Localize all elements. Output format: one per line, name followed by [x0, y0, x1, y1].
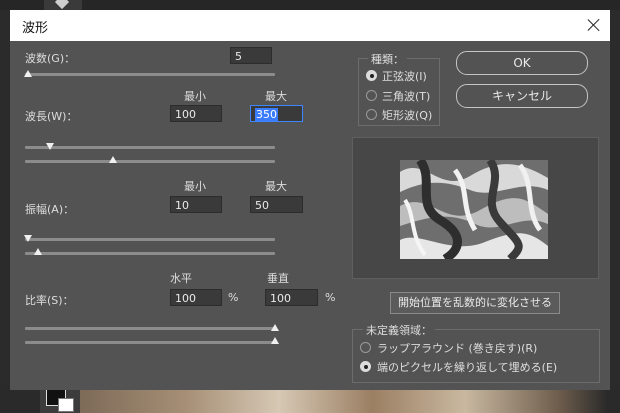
type-group-title: 種類：: [368, 51, 407, 67]
tool-tab[interactable]: [44, 0, 82, 10]
type-option-triangle-label[interactable]: 三角波(T): [382, 88, 430, 104]
randomize-button[interactable]: 開始位置を乱数的に変化させる: [390, 292, 560, 314]
wavelength-min-input[interactable]: 100: [170, 105, 222, 122]
wrap-around-radio[interactable]: [360, 342, 371, 353]
cancel-button[interactable]: キャンセル: [456, 84, 588, 108]
generators-label: 波数(G)：: [25, 52, 76, 65]
wavelength-max-slider-track[interactable]: [25, 160, 275, 163]
generators-slider-track[interactable]: [25, 73, 275, 76]
dialog-title: 波形: [22, 21, 49, 36]
scale-vertical-unit: %: [325, 291, 336, 304]
undefined-areas-title: 未定義領域：: [363, 322, 435, 338]
type-option-square-radio[interactable]: [366, 109, 377, 120]
wavelength-max-value: 350: [255, 108, 278, 121]
repeat-edge-pixels-radio[interactable]: [360, 361, 371, 372]
type-option-square-label[interactable]: 矩形波(Q): [382, 107, 432, 123]
close-icon[interactable]: [584, 15, 604, 35]
generators-slider-thumb[interactable]: [23, 70, 32, 77]
wavelength-max-input[interactable]: 350: [250, 105, 303, 122]
preview-image[interactable]: [400, 160, 548, 259]
scale-horizontal-header: 水平: [170, 272, 192, 285]
ok-button[interactable]: OK: [456, 51, 588, 75]
wave-dialog: 波形 波数(G)： 5 最小 最大 波長(W)： 100 350 最小 最大 振…: [10, 10, 610, 390]
wavelength-min-slider-thumb[interactable]: [46, 143, 54, 150]
tool-icon: [54, 0, 70, 10]
wavelength-max-header: 最大: [265, 90, 287, 103]
scale-label: 比率(S)：: [25, 294, 74, 307]
amplitude-min-header: 最小: [184, 180, 206, 193]
wavelength-min-header: 最小: [184, 90, 206, 103]
wavelength-label: 波長(W)：: [25, 110, 78, 123]
wavelength-max-slider-thumb[interactable]: [108, 156, 117, 163]
type-option-sine-label[interactable]: 正弦波(I): [382, 68, 427, 84]
scale-horizontal-input[interactable]: 100: [170, 289, 222, 306]
amplitude-max-input[interactable]: 50: [250, 196, 303, 213]
amplitude-max-header: 最大: [265, 180, 287, 193]
scale-vertical-slider-thumb[interactable]: [271, 337, 279, 344]
amplitude-max-slider-track[interactable]: [25, 252, 275, 255]
title-bar: 波形: [10, 10, 610, 41]
scale-horizontal-slider-track[interactable]: [25, 327, 275, 330]
wrap-around-label[interactable]: ラップアラウンド (巻き戻す)(R): [377, 340, 537, 356]
scale-vertical-input[interactable]: 100: [265, 289, 318, 306]
type-option-triangle-radio[interactable]: [366, 90, 377, 101]
wavelength-min-slider-track[interactable]: [25, 146, 275, 149]
amplitude-min-input[interactable]: 10: [170, 196, 222, 213]
preview-panel: [352, 137, 599, 279]
amplitude-max-slider-thumb[interactable]: [33, 248, 42, 255]
amplitude-min-slider-thumb[interactable]: [23, 235, 32, 242]
scale-horizontal-unit: %: [228, 291, 239, 304]
amplitude-min-slider-track[interactable]: [25, 238, 275, 241]
amplitude-label: 振幅(A)：: [25, 203, 75, 216]
wave-preview-graphic: [400, 160, 548, 259]
app-background-top: [0, 0, 620, 10]
scale-vertical-slider-track[interactable]: [25, 341, 275, 344]
scale-horizontal-slider-thumb[interactable]: [271, 324, 279, 331]
type-option-sine-radio[interactable]: [366, 70, 377, 81]
background-color-swatch[interactable]: [58, 398, 74, 412]
repeat-edge-pixels-label[interactable]: 端のピクセルを繰り返して埋める(E): [377, 359, 557, 375]
scale-vertical-header: 垂直: [267, 272, 289, 285]
generators-input[interactable]: 5: [230, 47, 272, 64]
